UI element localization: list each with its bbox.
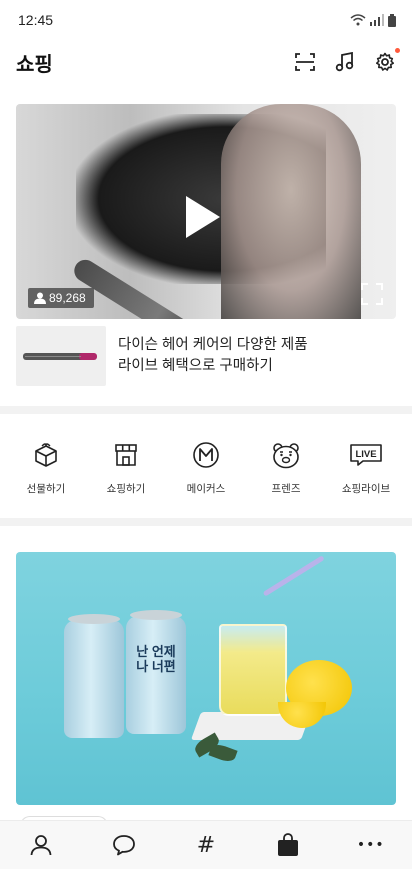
app-header: 쇼핑 xyxy=(0,40,412,84)
live-icon: LIVE xyxy=(350,444,382,466)
signal-icon xyxy=(370,14,384,26)
friends-bear-icon xyxy=(273,443,299,469)
status-time: 12:45 xyxy=(18,12,54,28)
category-label: 쇼핑하기 xyxy=(106,483,146,495)
category-gift[interactable]: 선물하기 xyxy=(10,440,82,500)
category-label: 선물하기 xyxy=(26,483,66,495)
promo-banner[interactable]: 난 언제나 너편 xyxy=(16,552,396,805)
category-label: 프렌즈 xyxy=(271,483,301,495)
chat-bubble-icon xyxy=(112,835,135,856)
shopping-bag-icon xyxy=(278,833,299,856)
section-divider xyxy=(0,406,412,414)
header-actions xyxy=(294,48,400,73)
store-icon xyxy=(115,444,137,466)
category-friends[interactable]: 프렌즈 xyxy=(250,440,322,500)
status-bar: 12:45 xyxy=(0,0,412,40)
live-product-row[interactable]: 다이슨 헤어 케어의 다양한 제품 라이브 혜택으로 구매하기 xyxy=(16,326,396,386)
straw-shape xyxy=(262,555,325,597)
product-line-2: 라이브 혜택으로 구매하기 xyxy=(118,358,273,374)
product-thumbnail xyxy=(16,326,106,386)
nav-chats[interactable] xyxy=(94,825,154,865)
leaf-image xyxy=(208,741,238,765)
battery-icon xyxy=(388,13,396,27)
makers-m-icon xyxy=(193,442,219,468)
notification-dot xyxy=(395,48,400,53)
nav-friends[interactable] xyxy=(11,825,71,865)
category-shopping-live[interactable]: LIVE 쇼핑라이브 xyxy=(330,440,402,500)
music-note-icon xyxy=(335,52,354,72)
can-image-left xyxy=(64,614,124,738)
nav-more[interactable]: ••• xyxy=(341,825,401,865)
music-button[interactable] xyxy=(334,51,356,73)
status-icons xyxy=(350,13,396,27)
nav-view[interactable]: # xyxy=(176,825,236,865)
hero-face-shape xyxy=(221,104,361,319)
category-label: 쇼핑라이브 xyxy=(341,483,391,495)
gear-icon xyxy=(376,52,394,71)
hash-icon: # xyxy=(196,832,216,858)
scan-button[interactable] xyxy=(294,51,316,73)
viewer-count-badge: 89,268 xyxy=(28,288,94,308)
product-line-1: 다이슨 헤어 케어의 다양한 제품 xyxy=(118,337,308,353)
live-icon-text: LIVE xyxy=(355,449,376,460)
section-divider xyxy=(0,518,412,526)
straightener-thumb-icon xyxy=(23,353,97,360)
gift-box-icon xyxy=(35,443,57,467)
wifi-icon xyxy=(350,14,366,26)
play-icon[interactable] xyxy=(186,196,220,238)
category-shopping[interactable]: 쇼핑하기 xyxy=(90,440,162,500)
category-label: 메이커스 xyxy=(186,483,226,495)
bottom-navigation: # ••• xyxy=(0,820,412,869)
viewer-count: 89,268 xyxy=(49,291,86,305)
can-right-text: 난 언제나 너편 xyxy=(136,644,176,674)
product-description: 다이슨 헤어 케어의 다양한 제품 라이브 혜택으로 구매하기 xyxy=(118,335,308,377)
can-image-right: 난 언제나 너편 xyxy=(126,610,186,734)
category-menu: 선물하기 쇼핑하기 메이커스 프렌즈 LIVE 쇼핑라이브 xyxy=(0,440,412,500)
scan-icon xyxy=(295,53,315,71)
settings-button[interactable] xyxy=(374,48,400,73)
category-makers[interactable]: 메이커스 xyxy=(170,440,242,500)
page-title: 쇼핑 xyxy=(16,53,53,76)
person-icon xyxy=(34,292,46,304)
more-dots-icon: ••• xyxy=(356,837,385,853)
person-outline-icon xyxy=(30,835,52,856)
fullscreen-icon[interactable] xyxy=(361,283,383,305)
nav-shopping[interactable] xyxy=(258,825,318,865)
lemonade-glass xyxy=(219,624,287,716)
